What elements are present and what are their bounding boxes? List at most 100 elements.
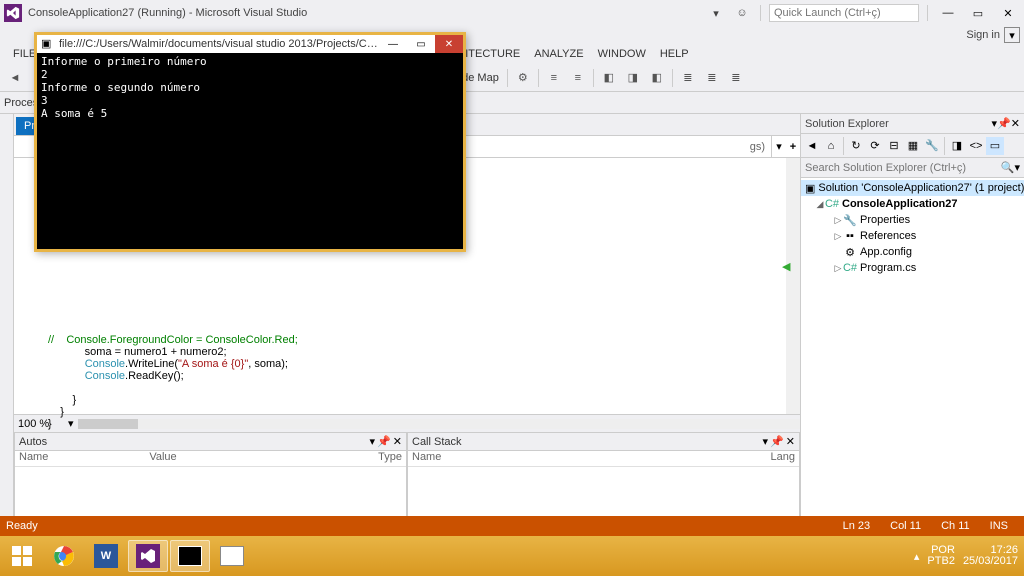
code-line-3b: .ReadKey(); [125,370,184,382]
close-button[interactable]: ✕ [996,5,1020,21]
callstack-col-name[interactable]: Name [408,451,716,466]
tree-solution[interactable]: ▣ Solution 'ConsoleApplication27' (1 pro… [801,180,1024,196]
se-collapse-icon[interactable]: ⊟ [885,137,903,155]
menu-window[interactable]: WINDOW [591,48,653,60]
code-vscrollbar[interactable] [786,158,800,414]
autos-col-name[interactable]: Name [15,451,145,466]
tray-clock[interactable]: 17:26 25/03/2017 [963,545,1018,567]
tb-btn-a[interactable]: ⚙ [512,67,534,89]
se-close-icon[interactable]: ✕ [1011,117,1020,130]
tray-date: 25/03/2017 [963,556,1018,567]
tb-btn-g[interactable]: ≣ [677,67,699,89]
notifications-icon[interactable]: ▾ [706,3,726,23]
tree-references-label: References [860,230,916,242]
console-maximize-button[interactable]: ▭ [407,35,435,53]
se-properties-icon[interactable]: 🔧 [923,137,941,155]
tree-project-label: ConsoleApplication27 [842,198,958,210]
taskbar-console[interactable] [170,540,210,572]
wrench-icon: 🔧 [843,213,857,227]
console-title: file:///C:/Users/Walmir/documents/visual… [59,38,379,50]
se-search-icon[interactable]: 🔍▾ [1001,161,1020,174]
cs-file-icon: C# [843,261,857,275]
window-title: ConsoleApplication27 (Running) - Microso… [28,7,706,19]
tray-lang-2: PTB2 [927,556,955,567]
tree-references[interactable]: ▷ ▪▪ References [801,228,1024,244]
config-icon: ⚙ [843,245,857,259]
tree-appconfig-label: App.config [860,246,912,258]
tree-properties-label: Properties [860,214,910,226]
tb-btn-c[interactable]: ≡ [567,67,589,89]
console-title-bar[interactable]: ▣ file:///C:/Users/Walmir/documents/visu… [37,35,463,53]
console-close-button[interactable]: ✕ [435,35,463,53]
console-minimize-button[interactable]: — [379,35,407,53]
taskbar-visualstudio[interactable] [128,540,168,572]
autos-col-value[interactable]: Value [145,451,275,466]
tree-arrow-icon[interactable]: ◢ [815,199,825,210]
console-window[interactable]: ▣ file:///C:/Users/Walmir/documents/visu… [34,32,466,252]
start-button[interactable] [2,540,42,572]
split-button[interactable]: ▾ [772,140,786,153]
left-toolbox-strip[interactable] [0,114,14,554]
tb-btn-f[interactable]: ◧ [646,67,668,89]
code-marker: ◀ [782,260,800,273]
code-brace-1: } [48,394,76,406]
tree-properties[interactable]: ▷ 🔧 Properties [801,212,1024,228]
sign-in-link[interactable]: Sign in [966,29,1000,41]
se-showall-icon[interactable]: ▦ [904,137,922,155]
title-bar: ConsoleApplication27 (Running) - Microso… [0,0,1024,26]
taskbar-chrome[interactable] [44,540,84,572]
minimize-button[interactable]: — [936,5,960,21]
code-brace-3: } [48,418,52,430]
status-ln: Ln 23 [833,520,881,532]
console-output[interactable]: Informe o primeiro número 2 Informe o se… [37,53,463,249]
solution-explorer: Solution Explorer ▾ 📌 ✕ ◄ ⌂ ↻ ⟳ ⊟ ▦ 🔧 ◨ … [800,114,1024,554]
se-tree[interactable]: ▣ Solution 'ConsoleApplication27' (1 pro… [801,178,1024,536]
menu-analyze[interactable]: ANALYZE [527,48,590,60]
se-code-icon[interactable]: <> [967,137,985,155]
add-button[interactable]: + [786,141,800,153]
status-ch: Ch 11 [931,520,980,532]
tb-btn-h[interactable]: ≣ [701,67,723,89]
se-home-icon[interactable]: ⌂ [822,137,840,155]
se-refresh-icon[interactable]: ⟳ [866,137,884,155]
quick-launch-input[interactable] [769,4,919,22]
tree-arrow-icon[interactable]: ▷ [833,231,843,242]
taskbar: W ▴ POR PTB2 17:26 25/03/2017 [0,536,1024,576]
tb-btn-b[interactable]: ≡ [543,67,565,89]
callstack-col-lang[interactable]: Lang [716,451,799,466]
se-search-input[interactable] [805,162,1001,174]
taskbar-word[interactable]: W [86,540,126,572]
tb-btn-e[interactable]: ◨ [622,67,644,89]
vs-logo [4,4,22,22]
sign-in-icon[interactable]: ▾ [1004,27,1020,43]
autos-col-type[interactable]: Type [276,451,406,466]
se-toolbar: ◄ ⌂ ↻ ⟳ ⊟ ▦ 🔧 ◨ <> ▭ [801,134,1024,158]
feedback-icon[interactable]: ☺ [732,3,752,23]
tree-arrow-icon[interactable]: ▷ [833,215,843,226]
restore-button[interactable]: ▭ [966,5,990,21]
csproj-icon: C# [825,197,839,211]
se-pin-icon[interactable]: 📌 [997,117,1011,130]
tb-btn-d[interactable]: ◧ [598,67,620,89]
tree-programcs[interactable]: ▷ C# Program.cs [801,260,1024,276]
references-icon: ▪▪ [843,229,857,243]
se-sync-icon[interactable]: ↻ [847,137,865,155]
se-view-icon[interactable]: ▭ [986,137,1004,155]
code-line-3a [48,370,85,382]
tb-btn-i[interactable]: ≣ [725,67,747,89]
se-back-icon[interactable]: ◄ [803,137,821,155]
solution-icon: ▣ [805,181,815,195]
se-preview-icon[interactable]: ◨ [948,137,966,155]
tree-project[interactable]: ◢ C# ConsoleApplication27 [801,196,1024,212]
tray-up-icon[interactable]: ▴ [914,550,920,563]
code-line-1: soma = numero1 + numero2; [48,346,227,358]
menu-help[interactable]: HELP [653,48,696,60]
se-title: Solution Explorer [805,118,992,130]
taskbar-app[interactable] [212,540,252,572]
code-hscrollbar[interactable] [78,419,800,429]
tree-appconfig[interactable]: ⚙ App.config [801,244,1024,260]
nav-back-button[interactable]: ◄ [4,67,26,89]
tray-lang[interactable]: POR PTB2 [927,545,955,567]
code-line-2c: , soma); [248,358,288,370]
tree-arrow-icon[interactable]: ▷ [833,263,843,274]
